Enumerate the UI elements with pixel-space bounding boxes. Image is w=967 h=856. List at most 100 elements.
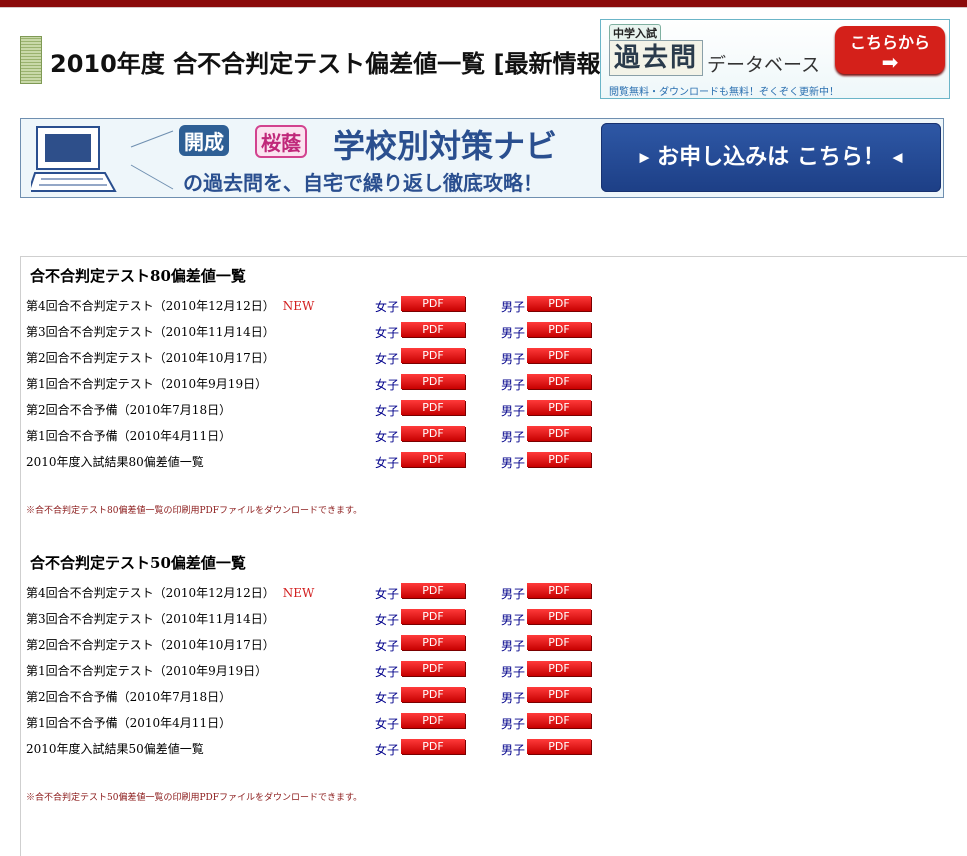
test-name: 第1回合不合予備（2010年4月11日）: [26, 429, 232, 443]
boys-label: 男子: [501, 404, 526, 418]
navi-subtitle: の過去問を、自宅で繰り返し徹底攻略！: [183, 171, 543, 195]
download-note: ※合不合判定テスト50偏差値一覧の印刷用PDFファイルをダウンロードできます。: [26, 793, 363, 803]
navi-title: 学校別対策ナビ: [333, 127, 558, 165]
girls-pdf-button[interactable]: PDF: [401, 374, 465, 389]
boys-pdf-button[interactable]: PDF: [527, 400, 591, 415]
boys-pdf-button[interactable]: PDF: [527, 374, 591, 389]
boys-pdf-button[interactable]: PDF: [527, 609, 591, 624]
girls-pdf-button[interactable]: PDF: [401, 452, 465, 467]
test-row-label: 第2回合不合予備（2010年7月18日）: [26, 401, 231, 418]
triangle-left-icon: ◀: [892, 150, 903, 166]
test-name: 第2回合不合予備（2010年7月18日）: [26, 403, 232, 417]
test-row-label: 第3回合不合判定テスト（2010年11月14日）: [26, 610, 275, 627]
girls-pdf-button[interactable]: PDF: [401, 713, 465, 728]
boys-label: 男子: [501, 378, 526, 392]
test-row-label: 第1回合不合判定テスト（2010年9月19日）: [26, 662, 267, 679]
boys-label: 男子: [501, 587, 526, 601]
test-name: 第2回合不合予備（2010年7月18日）: [26, 690, 232, 704]
girls-label: 女子: [375, 378, 400, 392]
test-row-label: 2010年度入試結果50偏差値一覧: [26, 740, 204, 757]
boys-pdf-button[interactable]: PDF: [527, 296, 591, 311]
page-title: 2010年度 合不合判定テスト偏差値一覧 [最新情報]: [50, 50, 612, 78]
section-title: 合不合判定テスト80偏差値一覧: [30, 267, 246, 285]
girls-label: 女子: [375, 587, 400, 601]
test-name: 第3回合不合判定テスト（2010年11月14日）: [26, 612, 275, 626]
girls-label: 女子: [375, 613, 400, 627]
girls-label: 女子: [375, 430, 400, 444]
boys-pdf-button[interactable]: PDF: [527, 452, 591, 467]
school-tag-ouin: 桜蔭: [255, 125, 307, 158]
girls-pdf-button[interactable]: PDF: [401, 400, 465, 415]
girls-pdf-button[interactable]: PDF: [401, 635, 465, 650]
top-border: [0, 0, 967, 7]
computer-icon: [31, 126, 174, 192]
test-row-label: 第4回合不合判定テスト（2010年12月12日） NEW: [26, 584, 314, 601]
test-name: 第2回合不合判定テスト（2010年10月17日）: [26, 351, 275, 365]
test-row-label: 2010年度入試結果80偏差値一覧: [26, 453, 204, 470]
new-badge: NEW: [282, 586, 315, 600]
boys-pdf-button[interactable]: PDF: [527, 635, 591, 650]
boys-pdf-button[interactable]: PDF: [527, 426, 591, 441]
past-exam-go-button[interactable]: こちらから ➡: [835, 26, 945, 74]
test-name: 2010年度入試結果50偏差値一覧: [26, 742, 204, 756]
title-marker: [20, 36, 42, 84]
top-border-shadow: [0, 7, 967, 8]
test-row-label: 第2回合不合判定テスト（2010年10月17日）: [26, 349, 275, 366]
boys-label: 男子: [501, 717, 526, 731]
boys-label: 男子: [501, 456, 526, 470]
banner-footer-text: 閲覧無料・ダウンロードも無料！ぞくぞく更新中！: [609, 87, 839, 98]
boys-label: 男子: [501, 691, 526, 705]
database-label: データベース: [707, 54, 821, 76]
test-row-label: 第1回合不合予備（2010年4月11日）: [26, 714, 231, 731]
boys-label: 男子: [501, 743, 526, 757]
boys-pdf-button[interactable]: PDF: [527, 713, 591, 728]
triangle-right-icon: ▶: [639, 150, 650, 166]
girls-label: 女子: [375, 352, 400, 366]
test-name: 第1回合不合判定テスト（2010年9月19日）: [26, 377, 268, 391]
test-row-label: 第1回合不合予備（2010年4月11日）: [26, 427, 231, 444]
boys-pdf-button[interactable]: PDF: [527, 322, 591, 337]
test-row-label: 第2回合不合予備（2010年7月18日）: [26, 688, 231, 705]
boys-pdf-button[interactable]: PDF: [527, 348, 591, 363]
boys-label: 男子: [501, 326, 526, 340]
school-navi-banner[interactable]: 開成 桜蔭 学校別対策ナビ の過去問を、自宅で繰り返し徹底攻略！ ▶ お申し込み…: [20, 118, 944, 198]
apply-button[interactable]: ▶ お申し込みは こちら！ ◀: [601, 123, 941, 192]
past-exam-database-banner[interactable]: 中学入試 過去問 データベース こちらから ➡ 閲覧無料・ダウンロードも無料！ぞ…: [600, 19, 950, 99]
girls-pdf-button[interactable]: PDF: [401, 583, 465, 598]
girls-label: 女子: [375, 326, 400, 340]
girls-label: 女子: [375, 743, 400, 757]
girls-pdf-button[interactable]: PDF: [401, 687, 465, 702]
girls-label: 女子: [375, 456, 400, 470]
new-badge: NEW: [282, 299, 315, 313]
girls-pdf-button[interactable]: PDF: [401, 426, 465, 441]
boys-pdf-button[interactable]: PDF: [527, 661, 591, 676]
boys-label: 男子: [501, 613, 526, 627]
girls-label: 女子: [375, 404, 400, 418]
boys-pdf-button[interactable]: PDF: [527, 687, 591, 702]
section-title: 合不合判定テスト50偏差値一覧: [30, 554, 246, 572]
boys-label: 男子: [501, 352, 526, 366]
test-name: 第3回合不合判定テスト（2010年11月14日）: [26, 325, 275, 339]
boys-label: 男子: [501, 665, 526, 679]
girls-label: 女子: [375, 665, 400, 679]
girls-pdf-button[interactable]: PDF: [401, 322, 465, 337]
boys-label: 男子: [501, 639, 526, 653]
school-tag-kaisei: 開成: [179, 125, 229, 156]
boys-pdf-button[interactable]: PDF: [527, 739, 591, 754]
girls-label: 女子: [375, 691, 400, 705]
arrow-right-icon: ➡: [881, 50, 899, 74]
girls-pdf-button[interactable]: PDF: [401, 348, 465, 363]
boys-pdf-button[interactable]: PDF: [527, 583, 591, 598]
girls-label: 女子: [375, 639, 400, 653]
boys-label: 男子: [501, 430, 526, 444]
girls-pdf-button[interactable]: PDF: [401, 609, 465, 624]
test-row-label: 第2回合不合判定テスト（2010年10月17日）: [26, 636, 275, 653]
girls-label: 女子: [375, 300, 400, 314]
girls-pdf-button[interactable]: PDF: [401, 739, 465, 754]
girls-pdf-button[interactable]: PDF: [401, 296, 465, 311]
apply-button-label: お申し込みは こちら！: [657, 145, 885, 170]
boys-label: 男子: [501, 300, 526, 314]
girls-label: 女子: [375, 717, 400, 731]
test-row-label: 第4回合不合判定テスト（2010年12月12日） NEW: [26, 297, 314, 314]
girls-pdf-button[interactable]: PDF: [401, 661, 465, 676]
